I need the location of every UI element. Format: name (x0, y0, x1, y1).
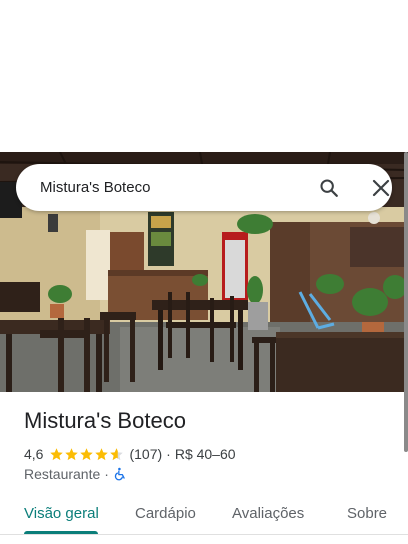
rating-row: 4,6 (107) · R$ 40–60 (24, 445, 236, 463)
close-icon (372, 179, 390, 197)
star-icon (95, 447, 109, 460)
search-bar[interactable]: Mistura's Boteco (16, 164, 392, 211)
separator-dot: · (104, 466, 109, 482)
star-icon (65, 447, 79, 460)
price-range: R$ 40–60 (174, 446, 236, 462)
search-input[interactable]: Mistura's Boteco (40, 179, 150, 196)
separator-dot: · (166, 446, 171, 462)
category-label[interactable]: Restaurante (24, 466, 100, 482)
tab-reviews[interactable]: Avaliações (232, 505, 304, 522)
rating-stars[interactable] (49, 447, 124, 462)
star-icon (80, 447, 94, 460)
clear-search-button[interactable] (368, 175, 394, 201)
wheelchair-accessible-icon (114, 467, 125, 481)
tab-overview[interactable]: Visão geral (24, 505, 99, 522)
scrollbar[interactable] (404, 152, 408, 452)
star-half-icon (110, 447, 124, 460)
review-count[interactable]: (107) (129, 446, 162, 462)
search-button[interactable] (316, 175, 342, 201)
search-icon (320, 179, 338, 197)
tab-menu[interactable]: Cardápio (135, 505, 196, 522)
place-title: Mistura's Boteco (24, 408, 186, 433)
tab-about[interactable]: Sobre (347, 505, 387, 522)
star-icon (50, 447, 64, 460)
category-row: Restaurante · (24, 465, 127, 483)
tabs-divider (0, 534, 408, 535)
rating-value: 4,6 (24, 446, 44, 462)
